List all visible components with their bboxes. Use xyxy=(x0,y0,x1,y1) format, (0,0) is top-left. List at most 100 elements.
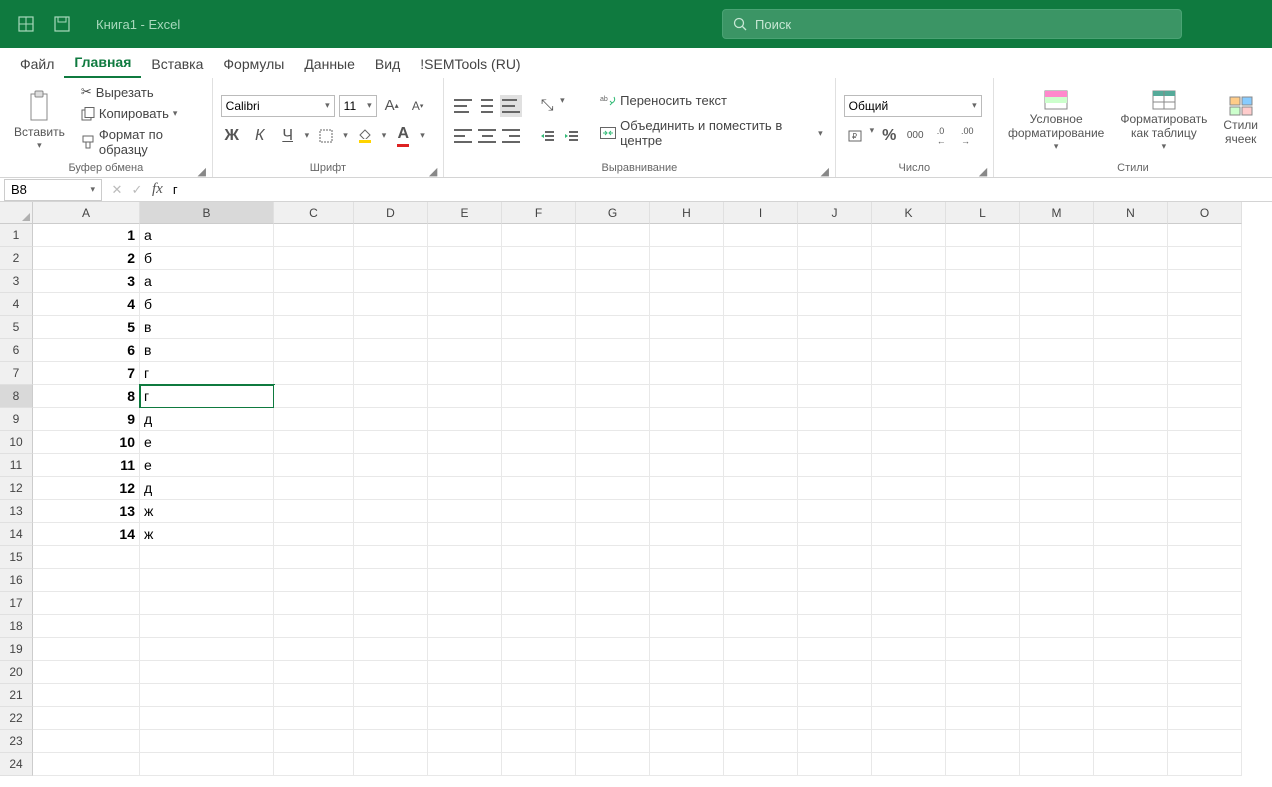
cell[interactable] xyxy=(724,730,798,753)
cell[interactable] xyxy=(354,638,428,661)
cell[interactable] xyxy=(576,569,650,592)
cell[interactable] xyxy=(502,523,576,546)
font-size-combo[interactable]: 11▾ xyxy=(339,95,377,117)
cell[interactable] xyxy=(650,362,724,385)
cell[interactable]: е xyxy=(140,454,274,477)
italic-button[interactable]: К xyxy=(249,125,271,147)
cell[interactable]: б xyxy=(140,247,274,270)
cell[interactable] xyxy=(1168,408,1242,431)
cell[interactable] xyxy=(428,753,502,776)
cell[interactable] xyxy=(1168,661,1242,684)
cell[interactable] xyxy=(1168,454,1242,477)
cell[interactable] xyxy=(1094,293,1168,316)
cell[interactable] xyxy=(274,477,354,500)
cell[interactable] xyxy=(428,523,502,546)
cell[interactable] xyxy=(872,638,946,661)
cell[interactable] xyxy=(354,477,428,500)
cell[interactable] xyxy=(946,477,1020,500)
underline-button[interactable]: Ч xyxy=(277,125,299,147)
cell[interactable]: 6 xyxy=(33,339,140,362)
cell[interactable] xyxy=(650,500,724,523)
cell[interactable] xyxy=(724,385,798,408)
cell[interactable] xyxy=(1168,730,1242,753)
cell[interactable] xyxy=(946,661,1020,684)
cell[interactable] xyxy=(946,546,1020,569)
cell[interactable] xyxy=(502,247,576,270)
cell[interactable] xyxy=(354,270,428,293)
row-header[interactable]: 3 xyxy=(0,270,33,293)
cell-styles-button[interactable]: Стили ячеек xyxy=(1217,93,1264,147)
row-header[interactable]: 2 xyxy=(0,247,33,270)
cell[interactable] xyxy=(1168,362,1242,385)
cell[interactable] xyxy=(724,569,798,592)
cell[interactable] xyxy=(576,661,650,684)
cell[interactable] xyxy=(576,293,650,316)
cell[interactable]: 1 xyxy=(33,224,140,247)
cell[interactable] xyxy=(354,661,428,684)
cell[interactable] xyxy=(1020,362,1094,385)
cell[interactable] xyxy=(798,707,872,730)
cell[interactable] xyxy=(428,270,502,293)
cell[interactable]: г xyxy=(140,385,274,408)
cell[interactable] xyxy=(274,224,354,247)
row-header[interactable]: 6 xyxy=(0,339,33,362)
row-header[interactable]: 17 xyxy=(0,592,33,615)
cell[interactable] xyxy=(428,454,502,477)
cell[interactable] xyxy=(724,431,798,454)
cell[interactable] xyxy=(1020,638,1094,661)
cell[interactable] xyxy=(946,385,1020,408)
cell[interactable] xyxy=(1168,684,1242,707)
cell[interactable] xyxy=(946,592,1020,615)
cell[interactable] xyxy=(274,270,354,293)
cell[interactable] xyxy=(576,362,650,385)
cell[interactable] xyxy=(274,661,354,684)
cell[interactable] xyxy=(1094,569,1168,592)
cell[interactable] xyxy=(724,477,798,500)
borders-button[interactable] xyxy=(315,125,337,147)
cell[interactable] xyxy=(502,362,576,385)
cell[interactable] xyxy=(428,569,502,592)
cell[interactable] xyxy=(872,408,946,431)
name-box[interactable]: B8▾ xyxy=(4,179,102,201)
cell[interactable] xyxy=(872,569,946,592)
cell[interactable] xyxy=(33,592,140,615)
row-header[interactable]: 5 xyxy=(0,316,33,339)
cell[interactable] xyxy=(724,293,798,316)
cell[interactable] xyxy=(428,592,502,615)
column-header[interactable]: F xyxy=(502,202,576,224)
cell[interactable] xyxy=(798,684,872,707)
cell[interactable] xyxy=(576,316,650,339)
cell[interactable] xyxy=(946,569,1020,592)
cell[interactable] xyxy=(724,546,798,569)
cell[interactable] xyxy=(354,730,428,753)
cell[interactable] xyxy=(274,316,354,339)
cell[interactable] xyxy=(724,684,798,707)
cell[interactable] xyxy=(798,408,872,431)
cell[interactable] xyxy=(140,546,274,569)
cell[interactable] xyxy=(650,661,724,684)
cell[interactable] xyxy=(502,615,576,638)
cell[interactable] xyxy=(724,316,798,339)
cell[interactable] xyxy=(724,362,798,385)
cell[interactable] xyxy=(650,707,724,730)
cell[interactable] xyxy=(576,592,650,615)
cell[interactable]: 9 xyxy=(33,408,140,431)
cell[interactable] xyxy=(354,339,428,362)
cell[interactable] xyxy=(33,684,140,707)
column-header[interactable]: L xyxy=(946,202,1020,224)
cell[interactable] xyxy=(428,362,502,385)
cell[interactable] xyxy=(33,638,140,661)
cell[interactable] xyxy=(428,707,502,730)
cell[interactable] xyxy=(798,500,872,523)
cell[interactable] xyxy=(502,316,576,339)
cell[interactable] xyxy=(274,293,354,316)
cell[interactable] xyxy=(946,753,1020,776)
row-header[interactable]: 8 xyxy=(0,385,33,408)
cell[interactable] xyxy=(33,730,140,753)
cell[interactable] xyxy=(502,431,576,454)
cell[interactable] xyxy=(1168,385,1242,408)
cell[interactable] xyxy=(502,270,576,293)
cell[interactable] xyxy=(576,408,650,431)
cell[interactable] xyxy=(724,500,798,523)
cell[interactable] xyxy=(502,569,576,592)
